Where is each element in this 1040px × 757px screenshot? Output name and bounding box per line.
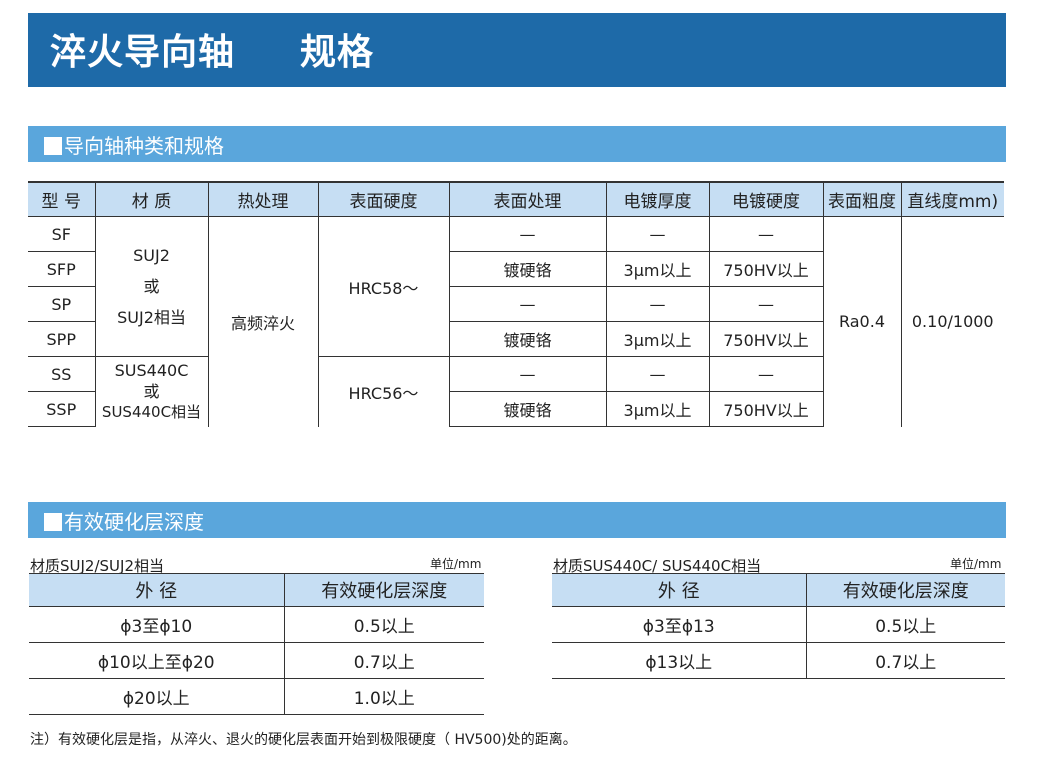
footnote: 注）有效硬化层是指，从淬火、退火的硬化层表面开始到极限硬度（ HV500)处的距… xyxy=(30,732,577,748)
thickness-cell: — xyxy=(605,286,709,322)
depth-cell: 0.7以上 xyxy=(805,642,1005,679)
unit-label: 单位/mm xyxy=(950,557,1002,571)
depth-cell: 0.7以上 xyxy=(283,642,484,679)
header-cell: 型 号 xyxy=(28,181,95,217)
table-row: ϕ3至ϕ13 0.5以上 xyxy=(552,606,1005,643)
page-title: 淬火导向轴 xyxy=(50,32,236,73)
material-cell: SUJ2 或 SUJ2相当 xyxy=(94,216,208,357)
straightness-cell: 0.10/1000 xyxy=(900,216,1004,427)
depth-cell: 0.5以上 xyxy=(805,606,1005,643)
model-cell: SS xyxy=(28,356,95,392)
header-cell: 电镀厚度 xyxy=(605,181,709,217)
diameter-cell: ϕ20以上 xyxy=(29,678,284,715)
table-row: ϕ10以上至ϕ20 0.7以上 xyxy=(29,642,484,679)
header-cell: 外 径 xyxy=(29,573,284,607)
treatment-cell: 镀硬铬 xyxy=(448,321,606,357)
plating-hardness-cell: — xyxy=(708,286,823,322)
hardening-table-left: 外 径 有效硬化层深度 ϕ3至ϕ10 0.5以上 ϕ10以上至ϕ20 0.7以上… xyxy=(29,573,484,715)
header-cell: 表面硬度 xyxy=(317,181,449,217)
table-row: ϕ3至ϕ10 0.5以上 xyxy=(29,606,484,643)
table-row: ϕ13以上 0.7以上 xyxy=(552,642,1005,679)
section-title: 导向轴种类和规格 xyxy=(64,134,224,158)
page-banner: 淬火导向轴 规格 xyxy=(28,13,1006,87)
thickness-cell: 3μm以上 xyxy=(605,321,709,357)
thickness-cell: 3μm以上 xyxy=(605,251,709,287)
plating-hardness-cell: 750HV以上 xyxy=(708,391,823,427)
spec-table: 型 号 材 质 热处理 表面硬度 表面处理 电镀厚度 电镀硬度 表面粗度 直线度… xyxy=(28,181,1004,427)
square-icon xyxy=(44,513,62,531)
diameter-cell: ϕ10以上至ϕ20 xyxy=(29,642,284,679)
table-header-row: 外 径 有效硬化层深度 xyxy=(552,573,1005,607)
unit-label: 单位/mm xyxy=(430,557,482,571)
heat-treatment-cell: 高频淬火 xyxy=(207,216,318,427)
table-header-row: 外 径 有效硬化层深度 xyxy=(29,573,484,607)
diameter-cell: ϕ3至ϕ10 xyxy=(29,606,284,643)
header-cell: 有效硬化层深度 xyxy=(805,573,1005,607)
page-subtitle: 规格 xyxy=(300,32,375,73)
section-header-types: 导向轴种类和规格 xyxy=(28,126,1006,162)
depth-cell: 0.5以上 xyxy=(283,606,484,643)
thickness-cell: — xyxy=(605,356,709,392)
treatment-cell: 镀硬铬 xyxy=(448,251,606,287)
depth-cell: 1.0以上 xyxy=(283,678,484,715)
table-row: SF SUJ2 或 SUJ2相当 高频淬火 HRC58～ — — — Ra0.4… xyxy=(28,216,1004,427)
square-icon xyxy=(44,137,62,155)
plating-hardness-cell: — xyxy=(708,356,823,392)
hardness-cell: HRC56～ xyxy=(317,356,449,427)
hardening-table-right: 外 径 有效硬化层深度 ϕ3至ϕ13 0.5以上 ϕ13以上 0.7以上 xyxy=(552,573,1005,679)
diameter-cell: ϕ3至ϕ13 xyxy=(552,606,806,643)
plating-hardness-cell: 750HV以上 xyxy=(708,251,823,287)
header-cell: 材 质 xyxy=(94,181,208,217)
section-title: 有效硬化层深度 xyxy=(64,510,204,534)
header-cell: 表面粗度 xyxy=(822,181,901,217)
material-cell: SUS440C 或 SUS440C相当 xyxy=(94,356,208,427)
model-cell: SF xyxy=(51,224,71,244)
plating-hardness-cell: 750HV以上 xyxy=(708,321,823,357)
diameter-cell: ϕ13以上 xyxy=(552,642,806,679)
roughness-cell: Ra0.4 xyxy=(822,216,901,427)
thickness-cell: — xyxy=(605,216,709,252)
thickness-cell: 3μm以上 xyxy=(605,391,709,427)
header-cell: 表面处理 xyxy=(448,181,606,217)
treatment-cell: — xyxy=(448,356,606,392)
plating-hardness-cell: — xyxy=(708,216,823,252)
model-cell: SSP xyxy=(28,391,95,427)
treatment-cell: — xyxy=(448,286,606,322)
header-cell: 热处理 xyxy=(207,181,318,217)
header-cell: 电镀硬度 xyxy=(708,181,823,217)
header-cell: 外 径 xyxy=(552,573,806,607)
table-header-row: 型 号 材 质 热处理 表面硬度 表面处理 电镀厚度 电镀硬度 表面粗度 直线度… xyxy=(28,181,1004,217)
table-row: ϕ20以上 1.0以上 xyxy=(29,678,484,715)
treatment-cell: 镀硬铬 xyxy=(448,391,606,427)
header-cell: 直线度mm) xyxy=(900,181,1004,217)
treatment-cell: — xyxy=(448,216,606,252)
hardness-cell: HRC58～ xyxy=(317,216,449,357)
header-cell: 有效硬化层深度 xyxy=(283,573,484,607)
model-cell: SPP xyxy=(28,321,95,357)
model-cell: SFP xyxy=(28,251,95,287)
model-cell: SP xyxy=(28,286,95,322)
section-header-hardening: 有效硬化层深度 xyxy=(28,502,1006,538)
